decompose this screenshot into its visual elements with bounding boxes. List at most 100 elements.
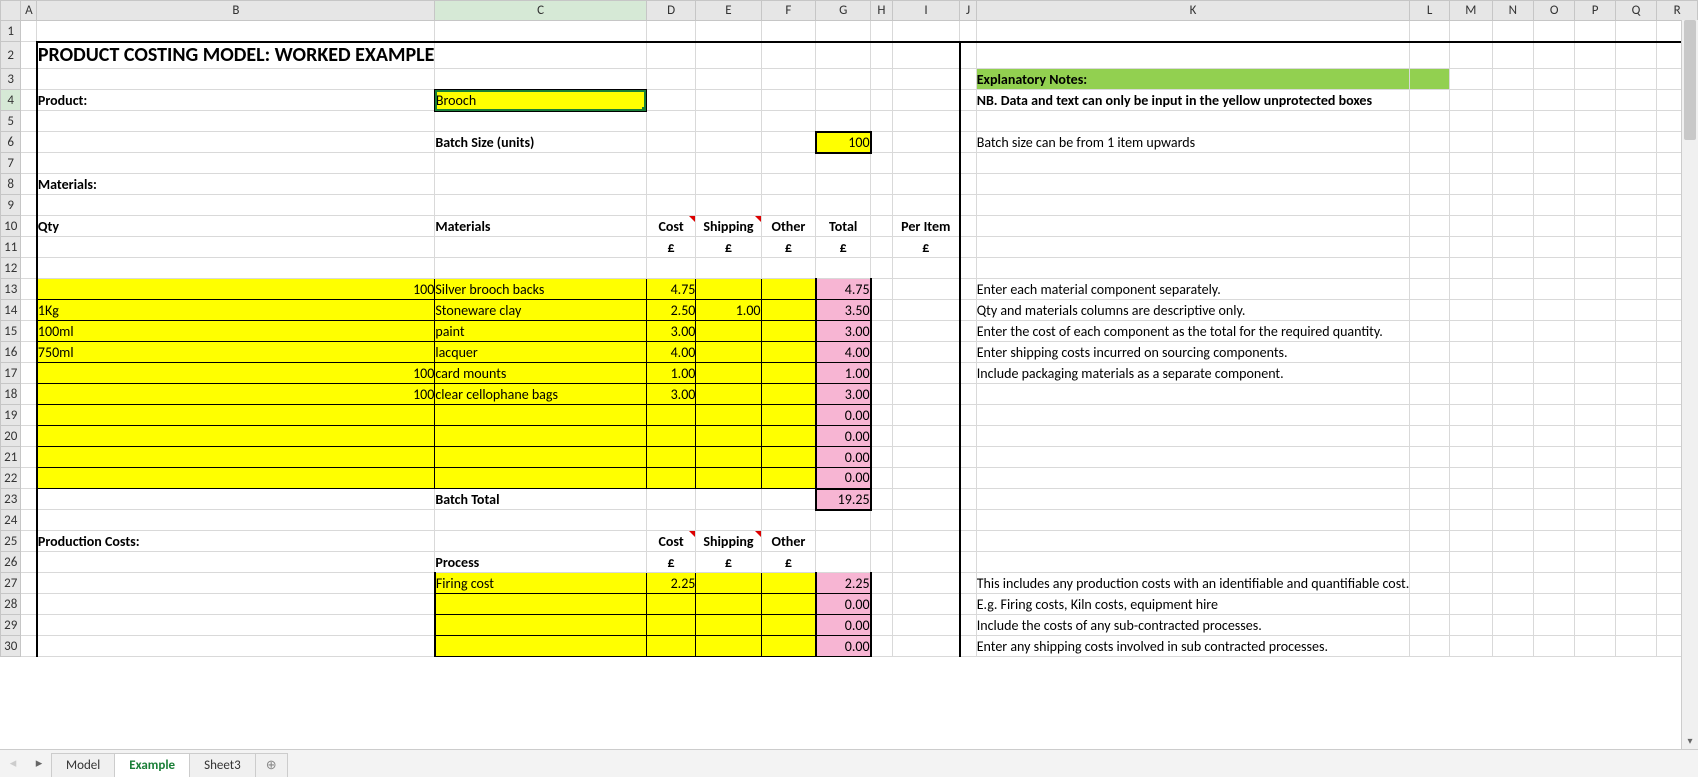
cell[interactable]	[1534, 594, 1575, 615]
cell[interactable]: card mounts	[435, 363, 646, 384]
cell[interactable]	[1615, 174, 1656, 195]
cell[interactable]	[1492, 153, 1533, 174]
cell[interactable]	[21, 531, 37, 552]
cell[interactable]: PRODUCT COSTING MODEL: WORKED EXAMPLE	[37, 42, 435, 69]
cell[interactable]	[976, 531, 1410, 552]
cell[interactable]	[1449, 321, 1492, 342]
cell[interactable]	[1492, 321, 1533, 342]
column-header[interactable]: C	[435, 1, 646, 21]
cell[interactable]	[1449, 69, 1492, 90]
cell[interactable]	[1575, 489, 1615, 510]
cell[interactable]	[37, 468, 435, 489]
cell[interactable]	[1615, 615, 1656, 636]
cell[interactable]	[960, 195, 976, 216]
cell[interactable]	[646, 489, 696, 510]
column-header[interactable]: L	[1410, 1, 1450, 21]
cell[interactable]	[21, 363, 37, 384]
cell[interactable]	[37, 594, 435, 615]
cell[interactable]	[1492, 174, 1533, 195]
cell[interactable]	[761, 21, 816, 42]
cell[interactable]	[871, 258, 893, 279]
cell[interactable]	[1575, 111, 1615, 132]
cell[interactable]	[871, 195, 893, 216]
cell[interactable]	[871, 321, 893, 342]
cell[interactable]	[435, 468, 646, 489]
cell[interactable]	[21, 426, 37, 447]
cell[interactable]	[1492, 258, 1533, 279]
cell[interactable]	[1615, 237, 1656, 258]
cell[interactable]	[892, 342, 960, 363]
row-header[interactable]: 18	[1, 384, 21, 405]
cell[interactable]	[435, 594, 646, 615]
cell[interactable]	[37, 237, 435, 258]
cell[interactable]	[1615, 405, 1656, 426]
row-header[interactable]: 9	[1, 195, 21, 216]
cell[interactable]	[1492, 21, 1533, 42]
cell[interactable]	[892, 531, 960, 552]
cell[interactable]	[696, 21, 761, 42]
cell[interactable]	[976, 111, 1410, 132]
column-header[interactable]: N	[1492, 1, 1533, 21]
cell[interactable]	[646, 111, 696, 132]
cell[interactable]	[892, 636, 960, 657]
cell[interactable]	[960, 510, 976, 531]
cell[interactable]	[871, 552, 893, 573]
cell[interactable]	[646, 615, 696, 636]
cell[interactable]	[696, 321, 761, 342]
notes-production[interactable]: Enter any shipping costs involved in sub…	[976, 636, 1410, 657]
cell[interactable]	[1410, 636, 1450, 657]
cell[interactable]	[1410, 174, 1450, 195]
cell[interactable]	[1575, 363, 1615, 384]
cell[interactable]	[435, 615, 646, 636]
cell[interactable]: 0.00	[816, 636, 871, 657]
cell[interactable]: 1Kg	[37, 300, 435, 321]
row-header[interactable]: 25	[1, 531, 21, 552]
cell[interactable]	[1449, 510, 1492, 531]
cell[interactable]	[37, 573, 435, 594]
cell[interactable]	[1615, 216, 1656, 237]
column-header[interactable]: R	[1657, 1, 1698, 21]
row-header[interactable]: 12	[1, 258, 21, 279]
row-header[interactable]: 5	[1, 111, 21, 132]
cell[interactable]	[1449, 426, 1492, 447]
cell[interactable]	[976, 216, 1410, 237]
cell[interactable]	[761, 342, 816, 363]
cell[interactable]	[1410, 90, 1450, 111]
cell[interactable]	[435, 426, 646, 447]
add-sheet-button[interactable]: ⊕	[255, 753, 288, 777]
cell[interactable]	[1534, 552, 1575, 573]
cell[interactable]	[761, 615, 816, 636]
tab-next-button[interactable]: ▸	[26, 751, 52, 777]
cell[interactable]	[892, 468, 960, 489]
cell[interactable]	[816, 174, 871, 195]
row-header[interactable]: 27	[1, 573, 21, 594]
row-header[interactable]: 21	[1, 447, 21, 468]
cell[interactable]	[696, 195, 761, 216]
cell[interactable]	[960, 531, 976, 552]
cell[interactable]	[1534, 216, 1575, 237]
cell[interactable]: 2.25	[816, 573, 871, 594]
cell[interactable]	[696, 573, 761, 594]
cell[interactable]	[1615, 636, 1656, 657]
cell[interactable]	[646, 636, 696, 657]
row-header[interactable]: 11	[1, 237, 21, 258]
cell[interactable]	[960, 594, 976, 615]
cell[interactable]	[1534, 111, 1575, 132]
cell[interactable]: Shipping	[696, 531, 761, 552]
cell[interactable]	[696, 174, 761, 195]
cell[interactable]	[435, 510, 646, 531]
cell[interactable]	[1449, 216, 1492, 237]
cell[interactable]	[21, 90, 37, 111]
cell[interactable]	[1575, 258, 1615, 279]
cell[interactable]: 0.00	[816, 594, 871, 615]
cell[interactable]	[761, 153, 816, 174]
cell[interactable]	[1534, 573, 1575, 594]
cell[interactable]	[1492, 531, 1533, 552]
row-header[interactable]: 26	[1, 552, 21, 573]
cell[interactable]	[1449, 447, 1492, 468]
cell[interactable]	[1615, 531, 1656, 552]
cell[interactable]	[761, 384, 816, 405]
notes-material[interactable]: Qty and materials columns are descriptiv…	[976, 300, 1410, 321]
cell[interactable]	[761, 300, 816, 321]
cell[interactable]	[1534, 531, 1575, 552]
